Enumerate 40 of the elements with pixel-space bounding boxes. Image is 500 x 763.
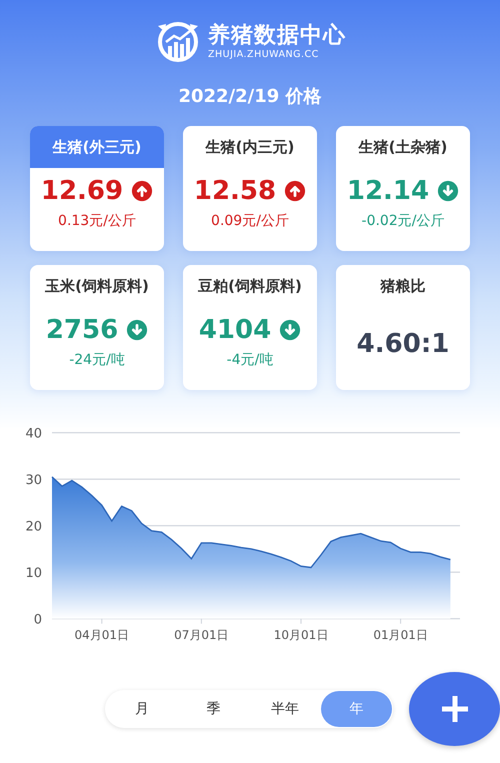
price-change: -4元/吨	[226, 351, 274, 369]
period-tab[interactable]: 半年	[249, 691, 320, 727]
price-value: 4104	[198, 315, 272, 345]
price-card[interactable]: 生猪(外三元) 12.69 0.13元/公斤	[30, 126, 164, 251]
y-tick-label: 30	[25, 473, 42, 488]
period-tab[interactable]: 月	[106, 691, 178, 727]
price-card[interactable]: 猪粮比 4.60:1	[336, 265, 470, 390]
price-value: 12.14	[346, 176, 430, 206]
y-tick-label: 0	[34, 612, 42, 628]
y-tick-label: 40	[25, 426, 42, 442]
date-heading: 2022/2/19 价格	[178, 86, 322, 108]
price-change: -24元/吨	[69, 351, 125, 369]
card-title: 生猪(土杂猪)	[357, 136, 448, 158]
x-tick-label: 10月01日	[274, 628, 328, 642]
x-tick-label: 07月01日	[174, 628, 229, 642]
y-tick-label: 10	[25, 566, 42, 582]
price-value: 12.58	[194, 176, 276, 206]
price-card[interactable]: 豆粕(饲料原料) 4104 -4元/吨	[183, 265, 317, 390]
price-value: 2756	[46, 315, 118, 345]
add-button[interactable]	[409, 672, 500, 746]
card-title: 生猪(内三元)	[204, 136, 296, 158]
price-card[interactable]: 生猪(土杂猪) 12.14 -0.02元/公斤	[336, 126, 470, 251]
card-title: 豆粕(饲料原料)	[197, 276, 303, 296]
price-value: 12.69	[40, 176, 124, 206]
price-change: 0.09元/公斤	[211, 212, 289, 230]
price-change: -0.02元/公斤	[362, 212, 444, 230]
app-subtitle: ZHUJIA.ZHUWANG.CC	[208, 49, 319, 61]
plus-icon	[440, 694, 470, 724]
card-title: 玉米(饲料原料)	[44, 276, 150, 296]
card-title: 猪粮比	[379, 276, 426, 296]
x-tick-label: 01月01日	[373, 628, 428, 642]
price-change: 0.13元/公斤	[58, 212, 136, 230]
y-tick-label: 20	[25, 520, 42, 535]
x-tick-label: 04月01日	[74, 628, 130, 642]
period-tab[interactable]: 季	[178, 691, 249, 727]
price-card[interactable]: 玉米(饲料原料) 2756 -24元/吨	[30, 265, 164, 390]
price-card[interactable]: 生猪(内三元) 12.58 0.09元/公斤	[183, 126, 317, 251]
app-title: 养猪数据中心	[208, 23, 346, 49]
ratio-value: 4.60:1	[356, 329, 450, 359]
card-title: 生猪(外三元)	[30, 126, 164, 168]
